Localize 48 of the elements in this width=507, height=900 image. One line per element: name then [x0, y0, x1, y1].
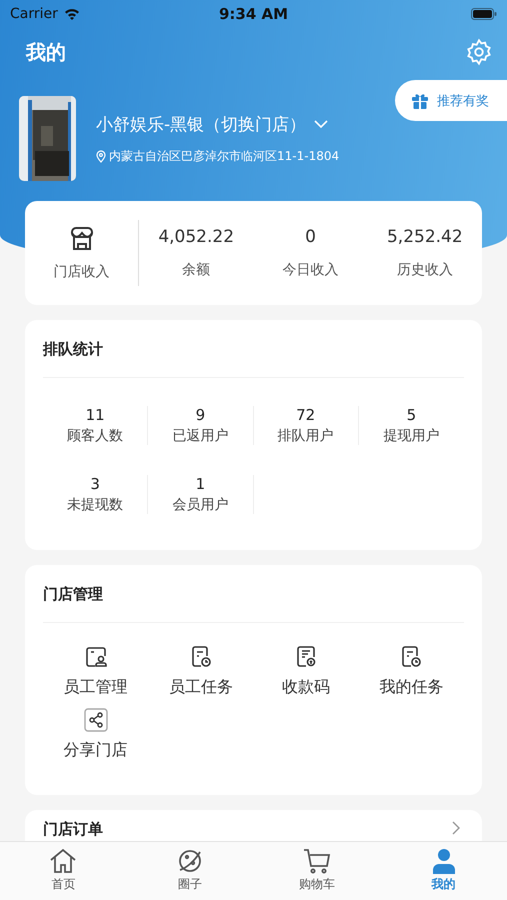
carrier-label: Carrier [10, 6, 58, 22]
section-title: 门店管理 [43, 585, 104, 604]
menu-item-label[interactable]: 员工任务 [168, 677, 233, 698]
menu-item-label[interactable]: 员工管理 [64, 677, 128, 698]
chevron-right-icon[interactable] [452, 821, 460, 835]
stat-value: 0 [305, 227, 316, 247]
stat-value: 3 [90, 475, 100, 493]
document-clock-icon[interactable] [399, 645, 424, 669]
tab[interactable]: 购物车 [254, 842, 380, 900]
wifi-icon [64, 8, 80, 20]
section-title[interactable]: 门店订单 [43, 821, 103, 838]
tab[interactable]: 我的 [380, 842, 507, 900]
stat-label: 今日收入 [282, 261, 338, 279]
stat-value: 9 [196, 406, 206, 424]
menu-item-label[interactable]: 收款码 [282, 677, 330, 698]
share-icon[interactable] [84, 708, 108, 732]
home-icon [49, 848, 78, 874]
stat-label: 排队用户 [278, 427, 334, 445]
stat-label: 会员用户 [172, 496, 228, 514]
stat-label: 未提现数 [67, 496, 124, 514]
page-title: 我的 [26, 38, 66, 66]
stat-value: 11 [86, 406, 105, 424]
gift-icon [411, 92, 429, 110]
stat-value: 5 [406, 406, 416, 424]
status-time: 9:34 AM [218, 5, 288, 23]
stat-label: 已返用户 [172, 427, 228, 445]
stat-value: 4,052.22 [158, 227, 234, 247]
tab[interactable]: 首页 [0, 842, 127, 900]
stat-label: 历史收入 [396, 261, 453, 279]
settings-icon[interactable] [465, 38, 493, 66]
stat-label: 提现用户 [383, 427, 440, 445]
menu-item-label[interactable]: 我的任务 [379, 677, 444, 698]
section-title: 排队统计 [43, 340, 104, 359]
stat-label: 余额 [182, 261, 210, 279]
location-pin-icon [96, 150, 106, 162]
income-label: 门店收入 [54, 263, 110, 281]
store-address: 内蒙古自治区巴彦淖尔市临河区11-1-1804 [109, 148, 340, 164]
battery-icon [471, 8, 497, 20]
stat-value: 5,252.42 [386, 227, 463, 247]
stat-value: 1 [196, 475, 206, 493]
stat-label: 顾客人数 [67, 427, 124, 445]
stat-value: 72 [296, 406, 316, 424]
cart-icon [302, 848, 331, 874]
tab[interactable]: 圈子 [126, 842, 254, 900]
referral-button[interactable]: 推荐有奖 [395, 80, 507, 121]
id-card-icon[interactable] [84, 645, 108, 669]
menu-item-label[interactable]: 分享门店 [64, 740, 128, 761]
chevron-down-icon[interactable] [314, 120, 328, 128]
